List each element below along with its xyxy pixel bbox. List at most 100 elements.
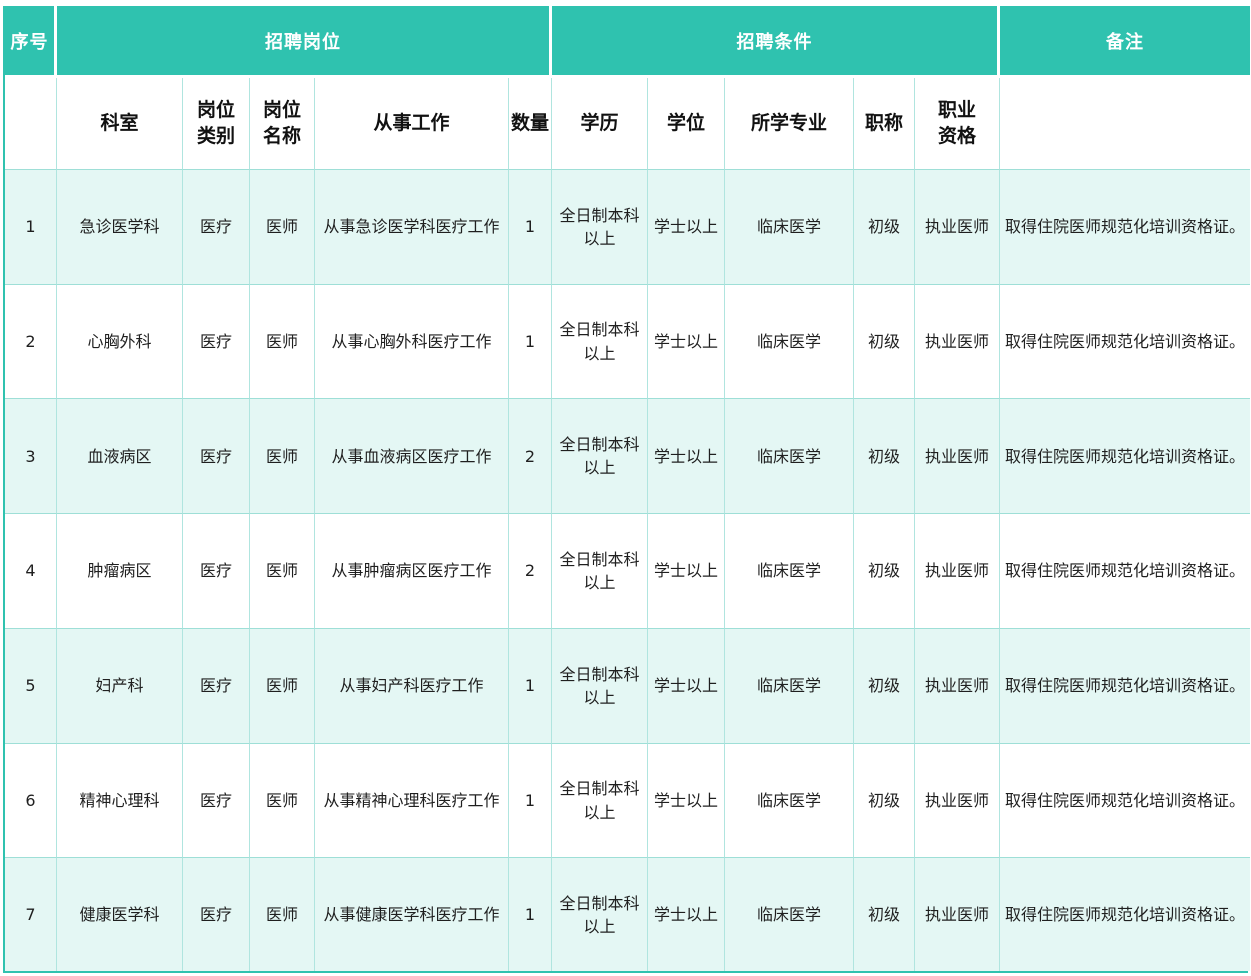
cell-major: 临床医学 [725, 399, 854, 514]
cell-category: 医疗 [183, 399, 250, 514]
cell-qualification: 执业医师 [915, 399, 1000, 514]
cell-rank: 初级 [854, 858, 915, 971]
cell-work: 从事心胸外科医疗工作 [315, 285, 509, 400]
header-group-row: 序号 招聘岗位 招聘条件 备注 [5, 6, 1250, 78]
cell-seq: 6 [5, 744, 57, 859]
cell-dept: 健康医学科 [57, 858, 183, 971]
cell-degree: 学士以上 [648, 514, 725, 629]
cell-count: 2 [509, 514, 552, 629]
subheader-qualification: 职业 资格 [915, 78, 1000, 170]
cell-major: 临床医学 [725, 285, 854, 400]
cell-degree: 学士以上 [648, 399, 725, 514]
subheader-major: 所学专业 [725, 78, 854, 170]
cell-post-name: 医师 [250, 170, 315, 285]
cell-remark: 取得住院医师规范化培训资格证。 [1000, 170, 1250, 285]
subheader-work: 从事工作 [315, 78, 509, 170]
cell-seq: 4 [5, 514, 57, 629]
cell-work: 从事急诊医学科医疗工作 [315, 170, 509, 285]
cell-degree: 学士以上 [648, 170, 725, 285]
cell-education: 全日制本科以上 [552, 170, 648, 285]
cell-major: 临床医学 [725, 629, 854, 744]
subheader-post-name: 岗位 名称 [250, 78, 315, 170]
cell-rank: 初级 [854, 744, 915, 859]
cell-category: 医疗 [183, 744, 250, 859]
cell-seq: 2 [5, 285, 57, 400]
cell-degree: 学士以上 [648, 285, 725, 400]
table-row: 6 精神心理科 医疗 医师 从事精神心理科医疗工作 1 全日制本科以上 学士以上… [5, 744, 1250, 859]
cell-major: 临床医学 [725, 514, 854, 629]
cell-seq: 3 [5, 399, 57, 514]
table-row: 7 健康医学科 医疗 医师 从事健康医学科医疗工作 1 全日制本科以上 学士以上… [5, 858, 1250, 971]
header-sub-row: 科室 岗位 类别 岗位 名称 从事工作 数量 学历 学位 所学专业 职称 职业 … [5, 78, 1250, 170]
cell-remark: 取得住院医师规范化培训资格证。 [1000, 858, 1250, 971]
cell-rank: 初级 [854, 170, 915, 285]
cell-post-name: 医师 [250, 285, 315, 400]
cell-post-name: 医师 [250, 629, 315, 744]
cell-qualification: 执业医师 [915, 285, 1000, 400]
cell-education: 全日制本科以上 [552, 399, 648, 514]
cell-education: 全日制本科以上 [552, 858, 648, 971]
recruitment-table: 序号 招聘岗位 招聘条件 备注 科室 岗位 类别 岗位 名称 从事工作 数量 学… [5, 6, 1250, 971]
cell-qualification: 执业医师 [915, 858, 1000, 971]
cell-work: 从事肿瘤病区医疗工作 [315, 514, 509, 629]
subheader-dept: 科室 [57, 78, 183, 170]
cell-dept: 心胸外科 [57, 285, 183, 400]
cell-education: 全日制本科以上 [552, 285, 648, 400]
cell-category: 医疗 [183, 629, 250, 744]
cell-category: 医疗 [183, 170, 250, 285]
table-row: 1 急诊医学科 医疗 医师 从事急诊医学科医疗工作 1 全日制本科以上 学士以上… [5, 170, 1250, 285]
cell-dept: 肿瘤病区 [57, 514, 183, 629]
cell-rank: 初级 [854, 629, 915, 744]
cell-remark: 取得住院医师规范化培训资格证。 [1000, 629, 1250, 744]
table-row: 5 妇产科 医疗 医师 从事妇产科医疗工作 1 全日制本科以上 学士以上 临床医… [5, 629, 1250, 744]
cell-remark: 取得住院医师规范化培训资格证。 [1000, 399, 1250, 514]
cell-post-name: 医师 [250, 744, 315, 859]
cell-education: 全日制本科以上 [552, 744, 648, 859]
cell-count: 1 [509, 858, 552, 971]
cell-remark: 取得住院医师规范化培训资格证。 [1000, 285, 1250, 400]
table-body: 1 急诊医学科 医疗 医师 从事急诊医学科医疗工作 1 全日制本科以上 学士以上… [5, 170, 1250, 971]
cell-dept: 精神心理科 [57, 744, 183, 859]
header-seq: 序号 [5, 6, 57, 78]
header-remark: 备注 [1000, 6, 1250, 78]
header-recruit-position-group: 招聘岗位 [57, 6, 552, 78]
cell-education: 全日制本科以上 [552, 514, 648, 629]
cell-qualification: 执业医师 [915, 170, 1000, 285]
cell-seq: 1 [5, 170, 57, 285]
cell-seq: 7 [5, 858, 57, 971]
subheader-category: 岗位 类别 [183, 78, 250, 170]
subheader-rank: 职称 [854, 78, 915, 170]
cell-dept: 妇产科 [57, 629, 183, 744]
cell-work: 从事血液病区医疗工作 [315, 399, 509, 514]
cell-qualification: 执业医师 [915, 629, 1000, 744]
subheader-remark-empty [1000, 78, 1250, 170]
cell-rank: 初级 [854, 514, 915, 629]
cell-degree: 学士以上 [648, 744, 725, 859]
cell-count: 1 [509, 285, 552, 400]
cell-count: 1 [509, 744, 552, 859]
cell-category: 医疗 [183, 514, 250, 629]
cell-degree: 学士以上 [648, 629, 725, 744]
subheader-count: 数量 [509, 78, 552, 170]
cell-count: 1 [509, 629, 552, 744]
cell-post-name: 医师 [250, 858, 315, 971]
cell-education: 全日制本科以上 [552, 629, 648, 744]
cell-work: 从事妇产科医疗工作 [315, 629, 509, 744]
cell-category: 医疗 [183, 858, 250, 971]
subheader-seq-empty [5, 78, 57, 170]
cell-work: 从事精神心理科医疗工作 [315, 744, 509, 859]
table-row: 2 心胸外科 医疗 医师 从事心胸外科医疗工作 1 全日制本科以上 学士以上 临… [5, 285, 1250, 400]
cell-major: 临床医学 [725, 744, 854, 859]
cell-dept: 急诊医学科 [57, 170, 183, 285]
subheader-degree: 学位 [648, 78, 725, 170]
cell-remark: 取得住院医师规范化培训资格证。 [1000, 514, 1250, 629]
cell-degree: 学士以上 [648, 858, 725, 971]
cell-count: 2 [509, 399, 552, 514]
cell-post-name: 医师 [250, 399, 315, 514]
cell-work: 从事健康医学科医疗工作 [315, 858, 509, 971]
cell-category: 医疗 [183, 285, 250, 400]
cell-rank: 初级 [854, 399, 915, 514]
cell-dept: 血液病区 [57, 399, 183, 514]
header-recruit-condition-group: 招聘条件 [552, 6, 1000, 78]
cell-major: 临床医学 [725, 170, 854, 285]
